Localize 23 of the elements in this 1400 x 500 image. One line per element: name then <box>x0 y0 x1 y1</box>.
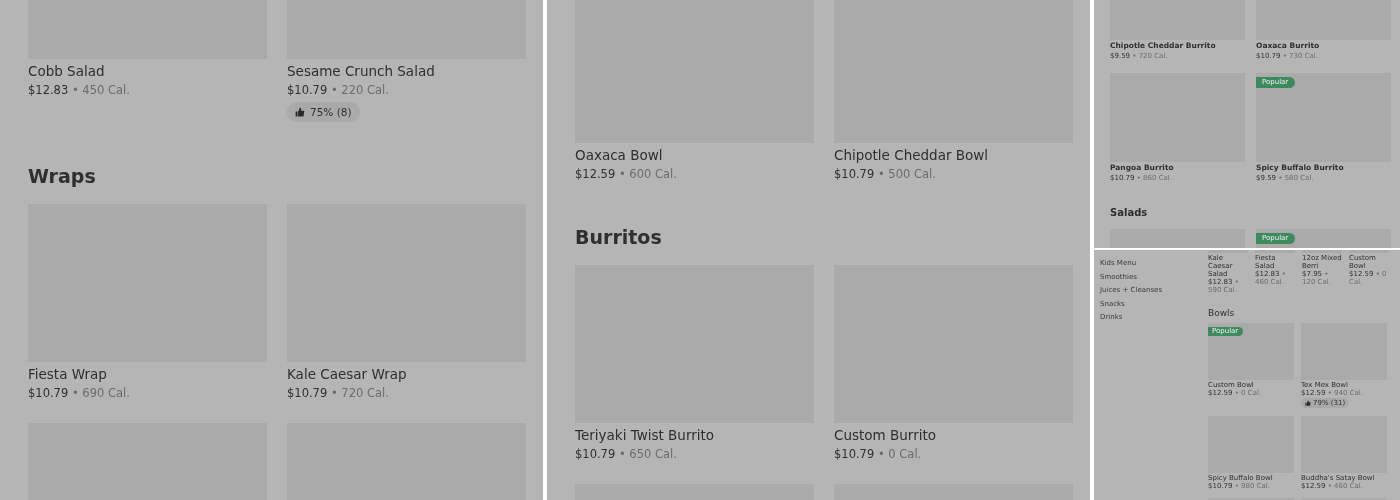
section-heading: Burritos <box>575 225 663 249</box>
item-name: Teriyaki Twist Burrito <box>575 426 715 445</box>
item-price: $12.83 • 450 Cal. <box>28 82 130 99</box>
item-name: Chipotle Cheddar Bowl <box>834 146 989 165</box>
section-heading: Wraps <box>28 164 97 188</box>
thumbs-up-icon <box>295 107 305 117</box>
item-price: $12.59 • 600 Cal. <box>575 166 677 183</box>
item-name: Cobb Salad <box>28 62 105 81</box>
thumbs-up-icon <box>1305 400 1311 406</box>
item-name: Fiesta Wrap <box>28 365 107 384</box>
rating-text: 75% (8) <box>310 106 352 118</box>
item-name: Oaxaca Bowl <box>575 146 663 165</box>
item-price: $10.79 • 720 Cal. <box>287 385 389 402</box>
section-heading: Salads <box>1110 207 1149 219</box>
section-heading: Bowls <box>1208 308 1236 318</box>
item-price: $10.79 • 0 Cal. <box>834 446 922 463</box>
item-price: $10.79 • 650 Cal. <box>575 446 677 463</box>
item-name: Sesame Crunch Salad <box>287 62 435 81</box>
item-name: Custom Burrito <box>834 426 936 445</box>
item-price: $10.79 • 220 Cal. <box>287 82 389 99</box>
item-price: $10.79 • 690 Cal. <box>28 385 130 402</box>
item-name: Kale Caesar Wrap <box>287 365 407 384</box>
item-price: $10.79 • 500 Cal. <box>834 166 936 183</box>
